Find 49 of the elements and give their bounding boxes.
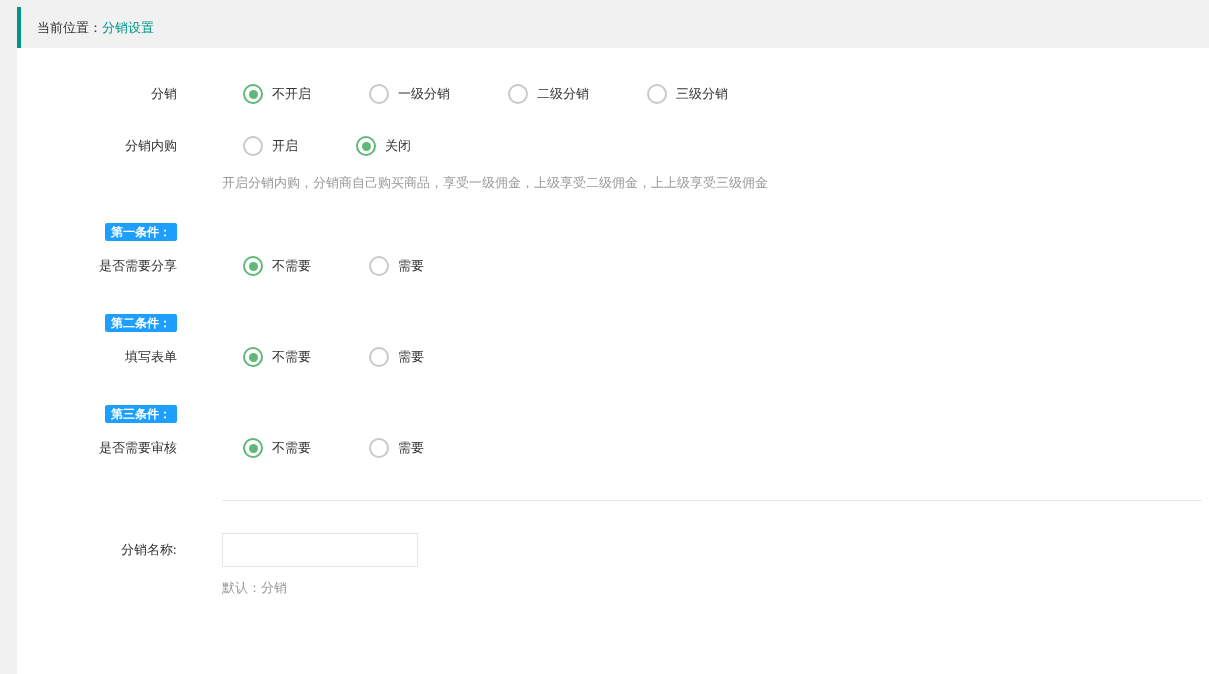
option-label: 需要 <box>398 348 424 366</box>
radio-button[interactable] <box>369 256 389 276</box>
option-label: 需要 <box>398 439 424 457</box>
radio-option[interactable]: 不需要 <box>243 347 311 367</box>
radio-option[interactable]: 关闭 <box>356 136 411 156</box>
radio-button[interactable] <box>243 136 263 156</box>
field-label: 是否需要审核 <box>99 439 177 457</box>
radio-button[interactable] <box>508 84 528 104</box>
radio-option[interactable]: 二级分销 <box>508 84 589 104</box>
radio-button[interactable] <box>356 136 376 156</box>
field-label: 分销 <box>151 85 177 103</box>
option-label: 二级分销 <box>537 85 589 103</box>
field-label: 分销名称: <box>120 541 177 559</box>
radio-option[interactable]: 需要 <box>369 347 424 367</box>
radio-button[interactable] <box>243 347 263 367</box>
hint-text: 默认：分销 <box>222 579 288 597</box>
radio-option[interactable]: 开启 <box>243 136 298 156</box>
option-label: 不开启 <box>272 85 311 103</box>
radio-button[interactable] <box>243 84 263 104</box>
radio-button[interactable] <box>243 438 263 458</box>
radio-option[interactable]: 不需要 <box>243 256 311 276</box>
option-label: 一级分销 <box>398 85 450 103</box>
option-label: 关闭 <box>385 137 411 155</box>
field-label: 填写表单 <box>125 348 177 366</box>
condition-badge: 第二条件： <box>105 314 177 332</box>
option-label: 三级分销 <box>676 85 728 103</box>
radio-option[interactable]: 一级分销 <box>369 84 450 104</box>
radio-option[interactable]: 不需要 <box>243 438 311 458</box>
breadcrumb-label: 当前位置： <box>37 18 102 37</box>
name-input[interactable] <box>222 533 418 567</box>
radio-option[interactable]: 需要 <box>369 256 424 276</box>
field-label: 分销内购 <box>125 137 177 155</box>
option-label: 开启 <box>272 137 298 155</box>
option-label: 不需要 <box>272 257 311 275</box>
radio-option[interactable]: 三级分销 <box>647 84 728 104</box>
hint-text: 开启分销内购，分销商自己购买商品，享受一级佣金，上级享受二级佣金，上上级享受三级佣金 <box>222 174 769 192</box>
condition-badge: 第一条件： <box>105 223 177 241</box>
radio-button[interactable] <box>243 256 263 276</box>
option-label: 不需要 <box>272 439 311 457</box>
option-label: 需要 <box>398 257 424 275</box>
field-label: 是否需要分享 <box>99 257 177 275</box>
radio-button[interactable] <box>369 438 389 458</box>
condition-badge: 第三条件： <box>105 405 177 423</box>
radio-option[interactable]: 需要 <box>369 438 424 458</box>
radio-button[interactable] <box>369 347 389 367</box>
radio-option[interactable]: 不开启 <box>243 84 311 104</box>
option-label: 不需要 <box>272 348 311 366</box>
radio-button[interactable] <box>369 84 389 104</box>
radio-button[interactable] <box>647 84 667 104</box>
